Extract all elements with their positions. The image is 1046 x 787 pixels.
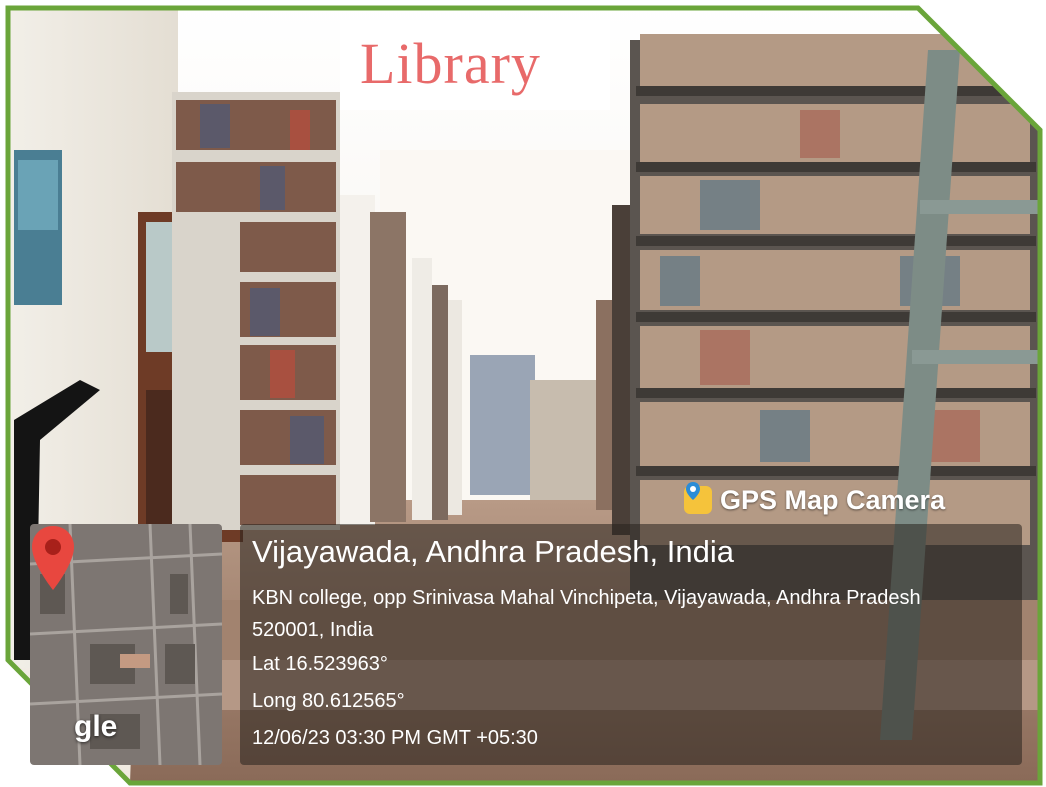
gps-camera-icon — [684, 482, 712, 514]
library-title: Library — [360, 31, 541, 96]
gps-brand-label: GPS Map Camera — [720, 484, 946, 515]
photo-frame: Library GPS Map Camera gle Vijayawada, A… — [0, 0, 1046, 787]
location-address: KBN college, opp Srinivasa Mahal Vinchip… — [252, 587, 921, 641]
location-city: Vijayawada, Andhra Pradesh, India — [252, 534, 734, 569]
longitude: Long 80.612565° — [252, 690, 405, 712]
gps-map-camera-badge: GPS Map Camera — [684, 481, 945, 519]
timestamp: 12/06/23 03:30 PM GMT +05:30 — [252, 727, 538, 749]
location-map-thumbnail: gle — [30, 524, 222, 765]
latitude: Lat 16.523963° — [252, 653, 388, 675]
map-pin-icon — [32, 526, 74, 590]
gps-info-panel: Vijayawada, Andhra Pradesh, India KBN co… — [240, 524, 1022, 765]
google-logo-fragment: gle — [74, 710, 118, 743]
